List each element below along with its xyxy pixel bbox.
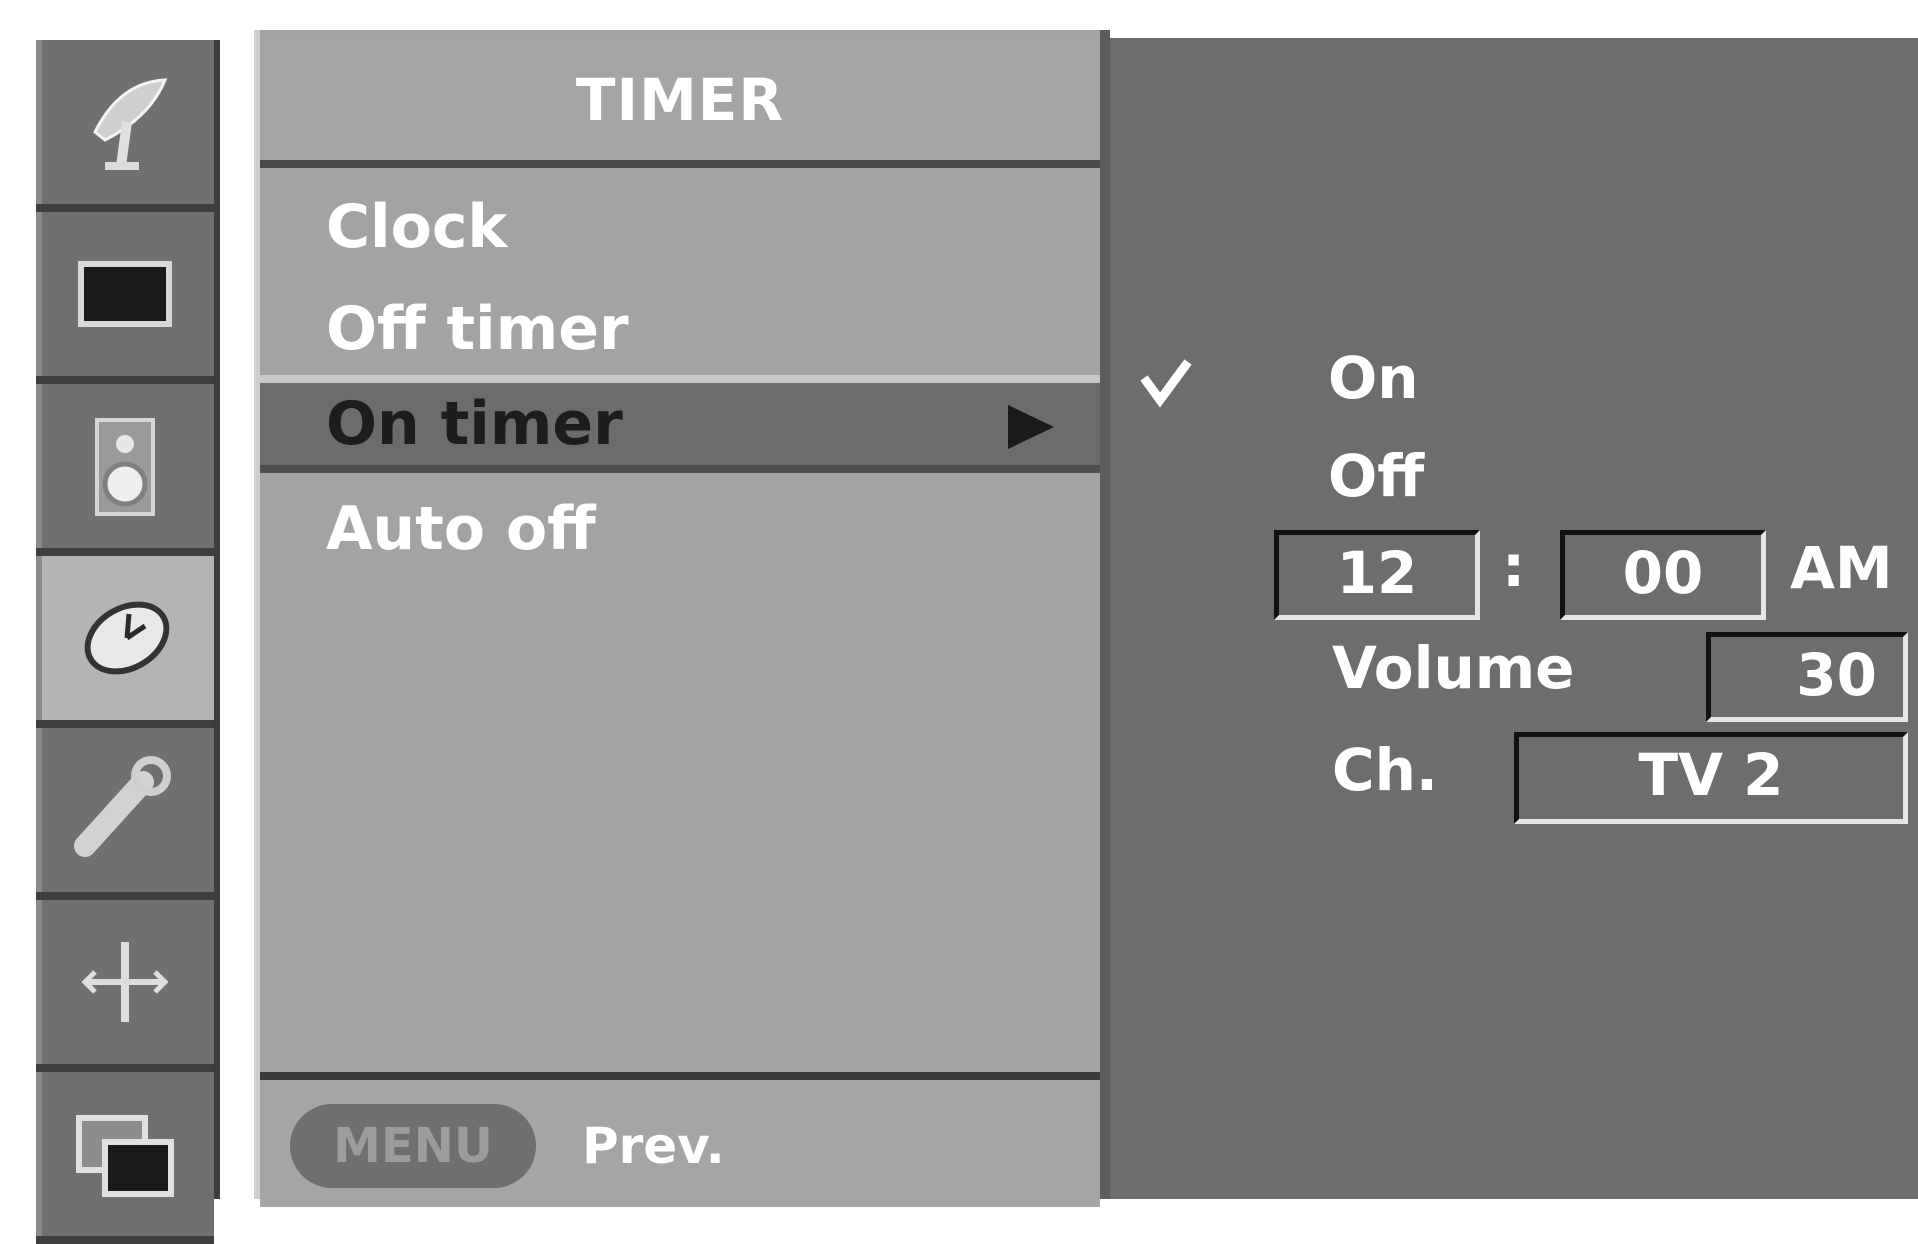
- speaker-icon: [95, 418, 155, 516]
- on-timer-submenu: On Off 12 : 00 AM Volume 30 Ch. TV 2: [1110, 38, 1918, 1199]
- clock-icon: [84, 601, 170, 675]
- hour-field[interactable]: 12: [1274, 530, 1480, 620]
- volume-label: Volume: [1332, 634, 1575, 702]
- sidebar-item-screen[interactable]: [36, 900, 214, 1072]
- sidebar-item-pip[interactable]: [36, 1072, 214, 1244]
- channel-field[interactable]: TV 2: [1514, 732, 1908, 824]
- option-on[interactable]: On: [1328, 344, 1419, 412]
- sidebar-item-setup[interactable]: [36, 40, 214, 212]
- screen-adjust-icon: [81, 942, 169, 1022]
- pip-icon: [76, 1115, 174, 1197]
- menu-button[interactable]: MENU: [290, 1104, 536, 1188]
- time-separator: :: [1502, 532, 1526, 600]
- sidebar-item-picture[interactable]: [36, 212, 214, 384]
- wrench-icon: [74, 756, 171, 857]
- minute-field[interactable]: 00: [1560, 530, 1766, 620]
- menu-item-label: On timer: [326, 389, 623, 459]
- menu-item-clock[interactable]: Clock: [260, 178, 1100, 276]
- menu-item-auto-off[interactable]: Auto off: [260, 480, 1100, 578]
- picture-icon: [78, 261, 172, 327]
- am-pm-indicator[interactable]: AM: [1790, 534, 1893, 602]
- timer-menu-panel: TIMER Clock Off timer On timer Auto off …: [254, 30, 1110, 1207]
- sidebar-item-sound[interactable]: [36, 384, 214, 556]
- prev-hint-label: Prev.: [582, 1117, 725, 1175]
- channel-label: Ch.: [1332, 736, 1438, 804]
- submenu-arrow-icon: [1008, 405, 1054, 449]
- menu-footer: MENU Prev.: [260, 1072, 1100, 1207]
- menu-title: TIMER: [260, 40, 1100, 168]
- option-off[interactable]: Off: [1328, 442, 1424, 510]
- checkmark-icon: [1140, 359, 1192, 408]
- menu-item-off-timer[interactable]: Off timer: [260, 280, 1100, 378]
- antenna-icon: [93, 78, 168, 170]
- menu-category-sidebar: [36, 40, 220, 1244]
- sidebar-item-timer[interactable]: [36, 556, 214, 728]
- menu-item-on-timer[interactable]: On timer: [260, 375, 1100, 473]
- volume-field[interactable]: 30: [1706, 632, 1908, 722]
- sidebar-item-special[interactable]: [36, 728, 214, 900]
